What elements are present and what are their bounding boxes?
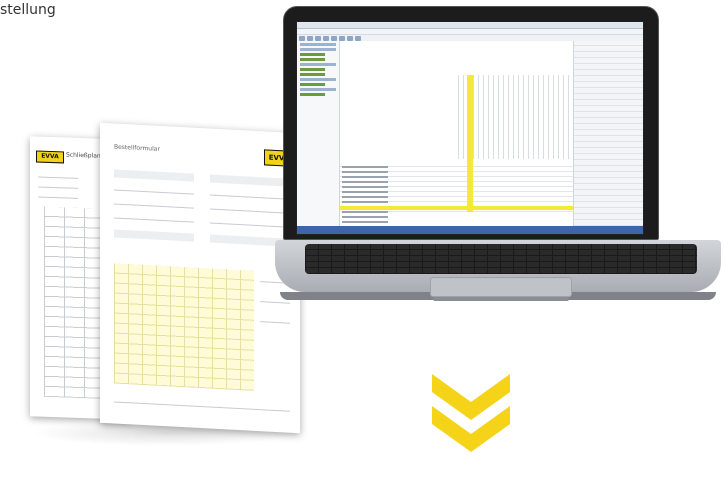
order-form-sheet: Bestellformular EVVA <box>100 122 300 434</box>
evva-logo: EVVA <box>36 150 64 164</box>
form-header-box <box>210 174 290 187</box>
sheet-title: Bestellformular <box>114 143 160 153</box>
form-line <box>114 189 194 195</box>
laptop-screen <box>296 21 644 235</box>
highlighted-column <box>467 75 473 212</box>
key-name-column <box>340 163 390 228</box>
form-line <box>38 176 78 179</box>
locking-plan-matrix <box>340 41 573 228</box>
window-title-bar <box>297 22 643 29</box>
laptop-keyboard <box>305 244 697 274</box>
taskbar <box>297 226 643 234</box>
form-line <box>38 186 78 189</box>
double-chevron-down-icon <box>432 374 510 452</box>
form-line <box>210 194 290 200</box>
properties-pane <box>573 41 643 234</box>
laptop-hinge <box>433 297 569 301</box>
form-line <box>114 217 194 223</box>
laptop-trackpad <box>430 277 572 297</box>
highlighted-row <box>340 206 573 210</box>
form-header-box <box>114 169 194 182</box>
form-line <box>210 208 290 214</box>
matrix-columns <box>458 75 573 159</box>
form-line <box>114 401 290 412</box>
form-section-box <box>114 229 194 242</box>
navigation-tree <box>297 41 340 226</box>
sheet-title: Schließplan <box>66 151 101 160</box>
form-line <box>38 196 78 199</box>
key-matrix-grid <box>114 263 254 391</box>
form-line <box>260 301 290 304</box>
form-line <box>210 222 290 228</box>
form-line <box>114 203 194 209</box>
form-line <box>260 321 290 324</box>
caption-text: stellung <box>0 2 56 18</box>
